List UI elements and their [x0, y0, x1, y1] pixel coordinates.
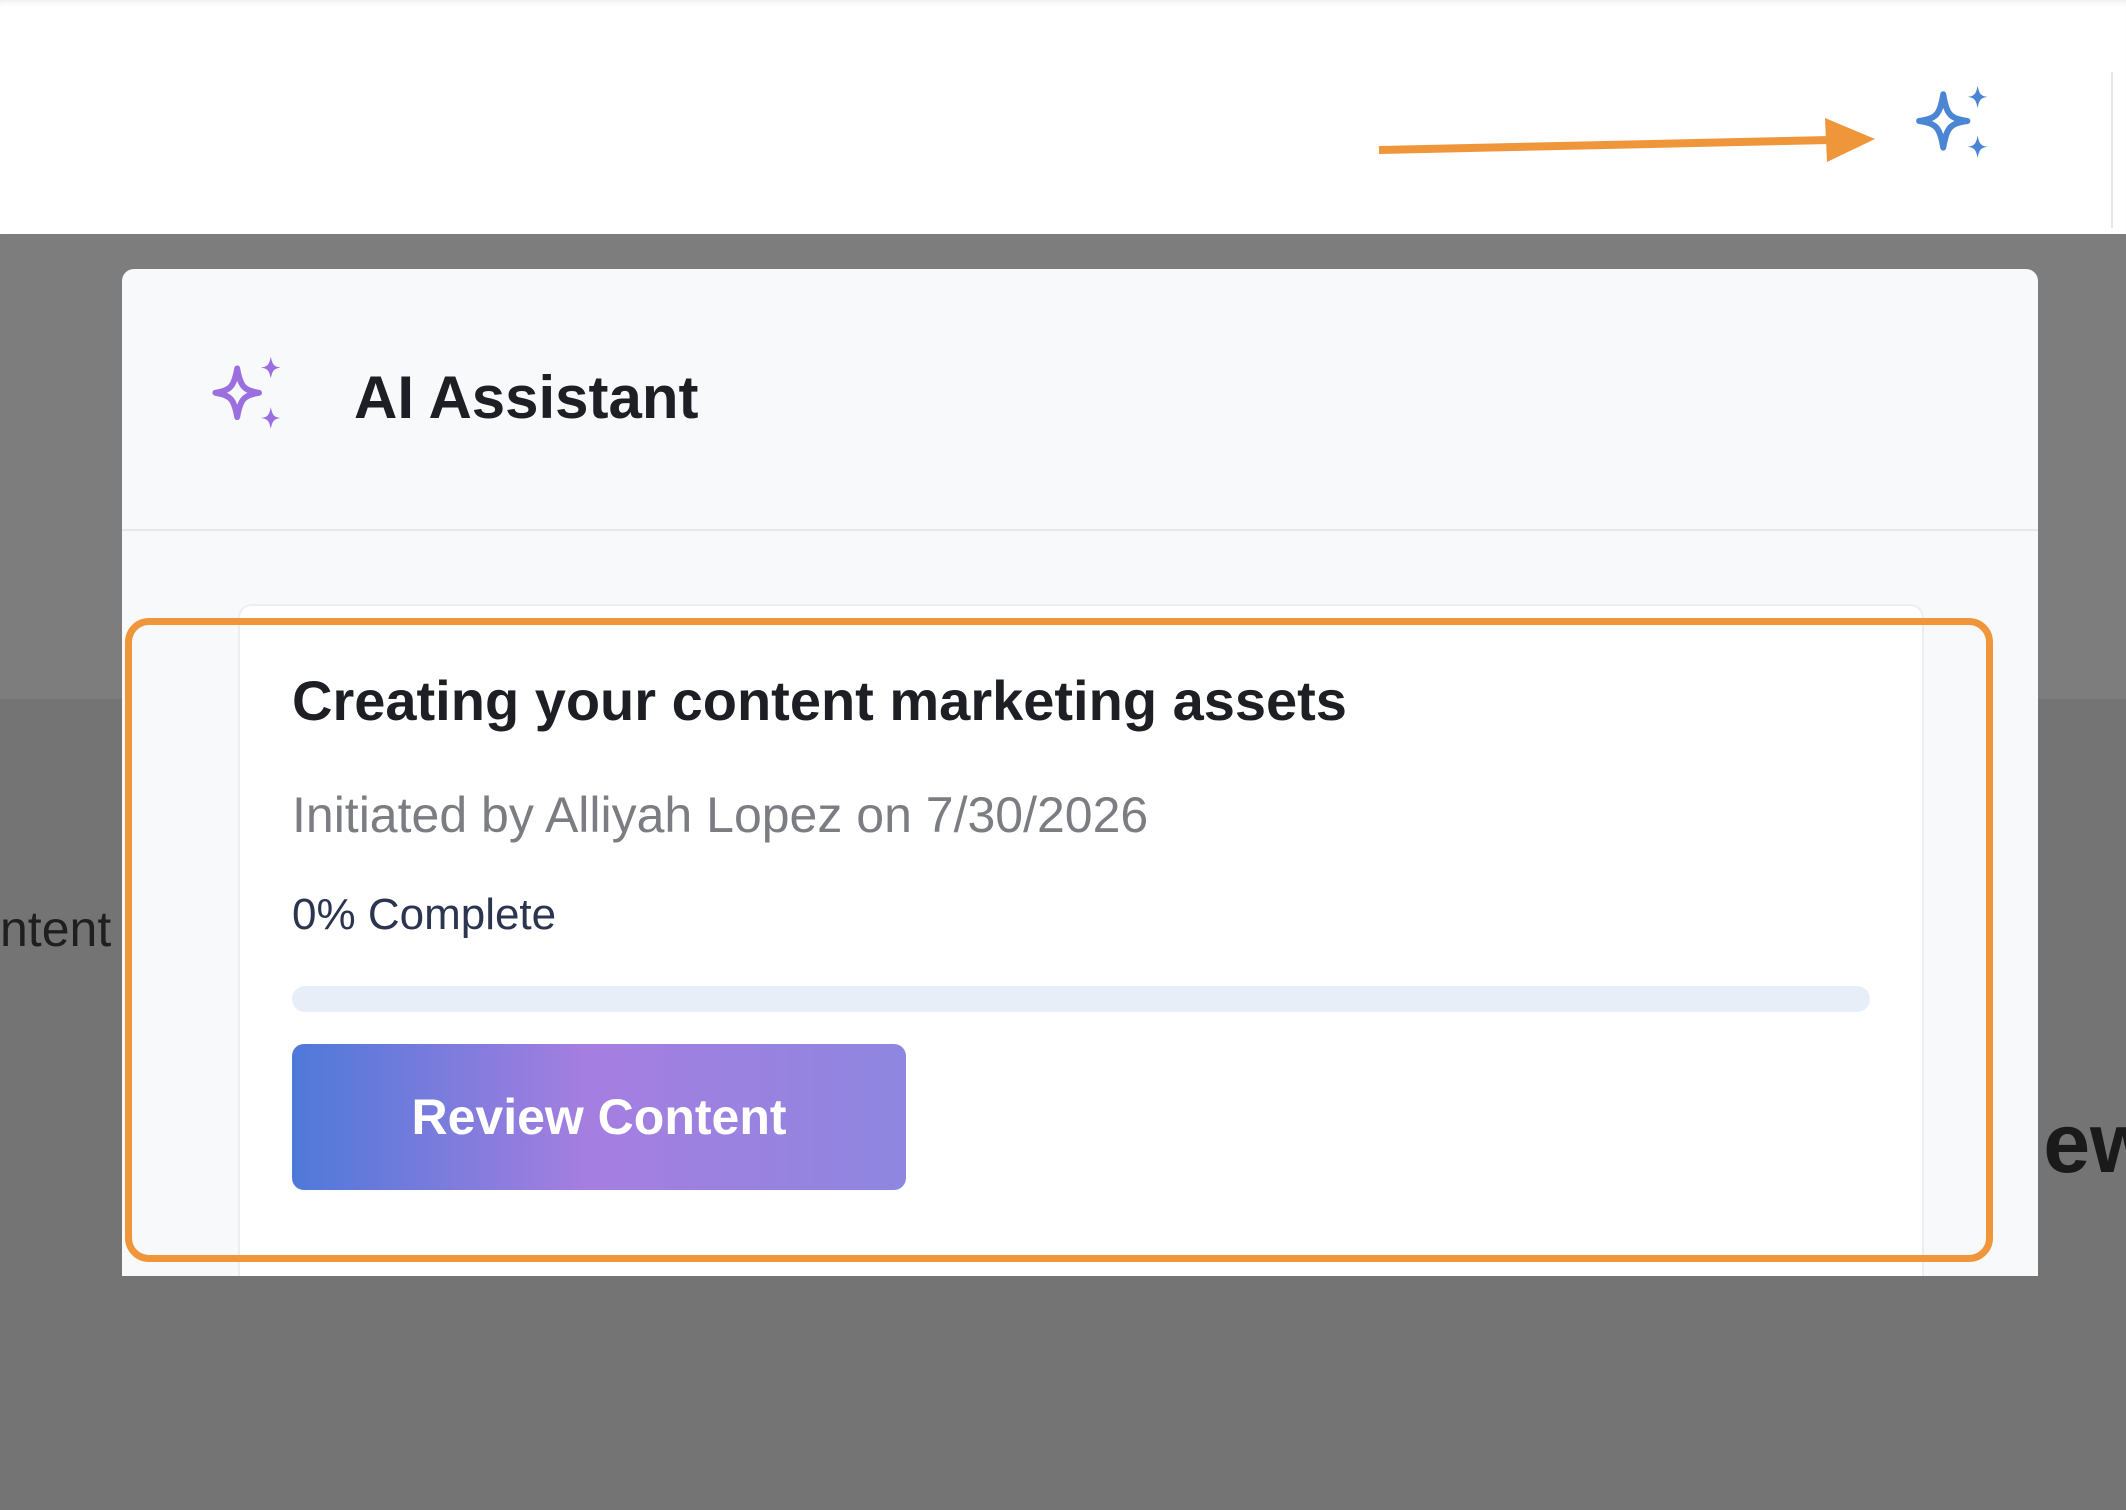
review-content-button[interactable]: Review Content [292, 1044, 906, 1190]
background-text-left: ntent [0, 901, 112, 957]
task-title: Creating your content marketing assets [292, 669, 1347, 732]
panel-title: AI Assistant [354, 364, 699, 431]
top-bar [0, 0, 2126, 234]
ai-assistant-button[interactable] [1912, 84, 2002, 170]
task-initiator: Initiated by Alliyah Lopez on 7/30/2026 [292, 787, 1149, 843]
progress-bar [292, 986, 1870, 1012]
progress-label: 0% Complete [292, 890, 557, 939]
topbar-divider [2111, 72, 2113, 228]
sparkles-icon [1912, 84, 2002, 170]
ai-assistant-panel: AI Assistant Creating your content marke… [122, 269, 2038, 1276]
panel-header: AI Assistant [122, 269, 2038, 531]
annotation-arrow [1378, 118, 1875, 162]
sparkles-icon [212, 355, 296, 439]
task-card: Creating your content marketing assets I… [238, 604, 1924, 1276]
